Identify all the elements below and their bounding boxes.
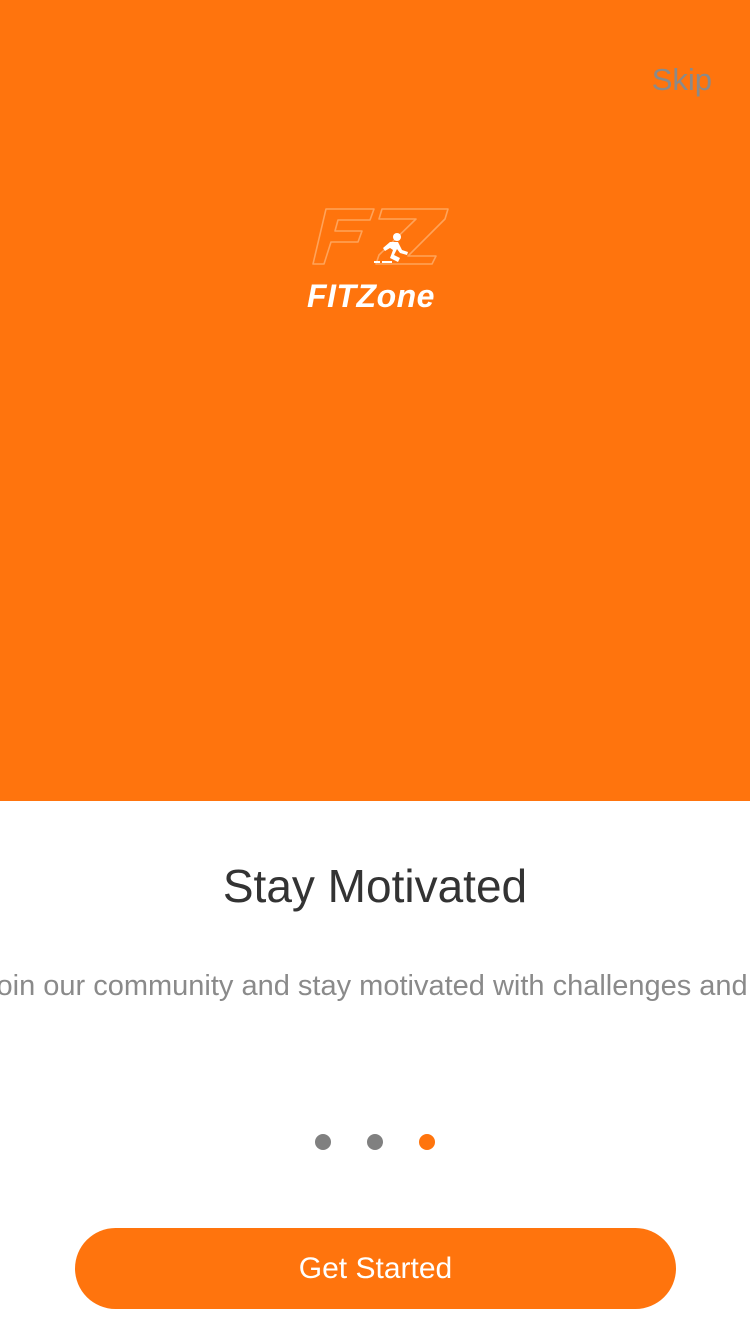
page-dot-2[interactable]: [367, 1134, 383, 1150]
page-dot-3[interactable]: [419, 1134, 435, 1150]
onboarding-description: Join our community and stay motivated wi…: [0, 970, 750, 1002]
onboarding-title: Stay Motivated: [222, 860, 528, 912]
page-indicator: [0, 1134, 750, 1150]
app-logo: FITZone: [296, 206, 456, 318]
get-started-button[interactable]: Get Started: [75, 1228, 676, 1309]
brand-name: FITZone: [307, 278, 435, 314]
hero-banner: Skip FITZone: [0, 0, 750, 801]
runner-logo-icon: [312, 208, 449, 265]
skip-button[interactable]: Skip: [652, 60, 712, 100]
page-dot-1[interactable]: [315, 1134, 331, 1150]
